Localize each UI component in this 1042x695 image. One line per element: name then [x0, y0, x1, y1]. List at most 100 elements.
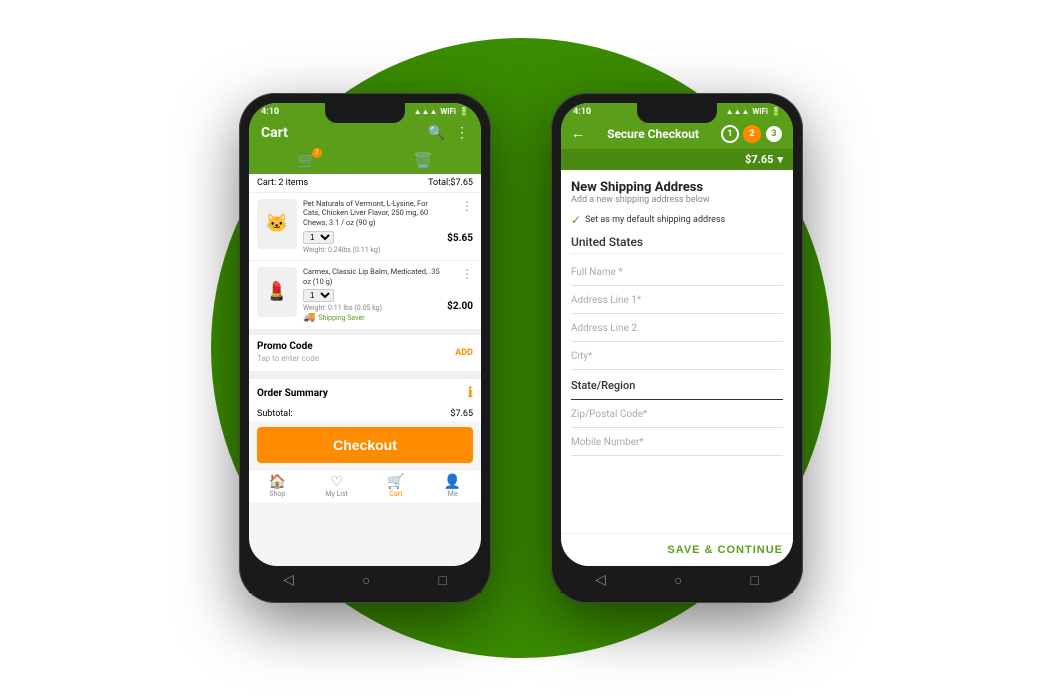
promo-title: Promo Code [257, 341, 319, 352]
item-more-1[interactable]: ⋮ [461, 199, 473, 213]
recents-btn-1[interactable]: □ [438, 572, 446, 589]
cart-item-2: 💄 Carmex, Classic Lip Balm, Medicated, .… [249, 261, 481, 331]
full-name-placeholder: Full Name * [571, 267, 623, 278]
cart-item-1: 🐱 Pet Naturals of Vermont, L-Lysine, For… [249, 193, 481, 261]
checkout-screen: 4:10 ▲▲▲ WiFi 🔋 ← Secure Checkout 1 2 3 [561, 103, 793, 566]
phones-container: 4:10 ▲▲▲ WiFi 🔋 Cart 🔍 ⋮ 🛒 [239, 93, 803, 603]
wifi-icon: WiFi [440, 107, 456, 116]
info-icon[interactable]: ℹ [468, 385, 473, 401]
address-line1-placeholder: Address Line 1* [571, 295, 641, 306]
order-summary-section: Order Summary ℹ [249, 375, 481, 407]
phone-notch-2 [637, 103, 717, 123]
home-bar-2: ◁ ○ □ [561, 566, 793, 593]
item-qty-select-2[interactable]: 12 [303, 289, 334, 302]
city-field[interactable]: City* [571, 344, 783, 370]
phone-notch-1 [325, 103, 405, 123]
chevron-down-icon[interactable]: ▾ [777, 153, 783, 166]
zip-field[interactable]: Zip/Postal Code* [571, 402, 783, 428]
cart-items: 🐱 Pet Naturals of Vermont, L-Lysine, For… [249, 193, 481, 331]
checkout-header: ← Secure Checkout 1 2 3 [561, 119, 793, 149]
nav-mylist[interactable]: ♡ My List [325, 474, 348, 498]
shipping-address-title: New Shipping Address [571, 180, 783, 195]
item-image-2: 💄 [257, 267, 297, 317]
nav-mylist-label: My List [325, 490, 348, 498]
cart-summary-bar: Cart: 2 items Total:$7.65 [249, 174, 481, 193]
address-line2-field[interactable]: Address Line 2 [571, 316, 783, 342]
item-weight-1: Weight: 0.24lbs (0.11 kg) [303, 246, 441, 254]
item-price-1: $5.65 [447, 233, 473, 244]
back-arrow-icon[interactable]: ← [571, 125, 585, 142]
item-emoji-1: 🐱 [266, 213, 288, 234]
step-2: 2 [743, 125, 761, 143]
save-continue-button[interactable]: SAVE & CONTINUE [667, 544, 783, 556]
zip-placeholder: Zip/Postal Code* [571, 409, 647, 420]
shipping-address-subtitle: Add a new shipping address below [571, 195, 783, 205]
back-btn-2[interactable]: ◁ [595, 572, 606, 589]
city-placeholder: City* [571, 351, 592, 362]
item-more-2[interactable]: ⋮ [461, 267, 473, 281]
home-btn-2[interactable]: ○ [674, 572, 682, 589]
home-bar-1: ◁ ○ □ [249, 566, 481, 593]
trash-tab[interactable]: 🗑️ [413, 151, 433, 174]
shop-icon: 🏠 [269, 474, 286, 490]
checkout-form-content: New Shipping Address Add a new shipping … [561, 170, 793, 533]
item-qty-select-1[interactable]: 12 [303, 231, 334, 244]
nav-shop[interactable]: 🏠 Shop [269, 474, 286, 498]
nav-cart-icon: 🛒 [387, 474, 404, 490]
battery-icon-2: 🔋 [771, 107, 781, 116]
nav-cart[interactable]: 🛒 Cart [387, 474, 404, 498]
cart-icon-wrap: 🛒 2 [297, 151, 317, 170]
item-name-1: Pet Naturals of Vermont, L-Lysine, For C… [303, 199, 441, 228]
shipping-saver-text: Shipping Saver [318, 314, 364, 322]
cart-tab-icon[interactable]: 🛒 2 [297, 151, 317, 174]
default-check-label[interactable]: Set as my default shipping address [585, 215, 725, 225]
cart-badge: 2 [312, 148, 322, 158]
mobile-placeholder: Mobile Number* [571, 437, 644, 448]
promo-input[interactable]: Tap to enter code [257, 352, 319, 365]
mobile-field[interactable]: Mobile Number* [571, 430, 783, 456]
nav-shop-label: Shop [269, 490, 285, 498]
checkout-button[interactable]: Checkout [257, 427, 473, 463]
status-icons-2: ▲▲▲ WiFi 🔋 [726, 107, 781, 116]
item-image-1: 🐱 [257, 199, 297, 249]
cart-header: Cart 🔍 ⋮ [249, 119, 481, 147]
recents-btn-2[interactable]: □ [750, 572, 758, 589]
promo-add-btn[interactable]: ADD [455, 348, 473, 358]
item-right-1: ⋮ $5.65 [447, 199, 473, 244]
more-icon[interactable]: ⋮ [455, 125, 469, 141]
battery-icon: 🔋 [459, 107, 469, 116]
address-line1-field[interactable]: Address Line 1* [571, 288, 783, 314]
full-name-field[interactable]: Full Name * [571, 260, 783, 286]
cart-total-summary: Total:$7.65 [428, 178, 473, 188]
promo-section: Promo Code Tap to enter code ADD [249, 334, 481, 371]
cart-header-icons: 🔍 ⋮ [428, 125, 469, 141]
cart-item-count: Cart: 2 items [257, 178, 308, 188]
country-row[interactable]: United States [571, 235, 783, 254]
home-btn-1[interactable]: ○ [362, 572, 370, 589]
nav-me[interactable]: 👤 Me [444, 474, 461, 498]
checkout-amount: $7.65 [745, 153, 773, 166]
back-btn-1[interactable]: ◁ [283, 572, 294, 589]
cart-phone: 4:10 ▲▲▲ WiFi 🔋 Cart 🔍 ⋮ 🛒 [239, 93, 491, 603]
item-weight-2: Weight: 0.11 lbs (0.05 kg) [303, 304, 441, 312]
country-label: United States [571, 235, 643, 249]
truck-icon: 🚚 [303, 312, 315, 323]
item-qty-2: 12 [303, 289, 441, 302]
checkout-title: Secure Checkout [607, 127, 699, 141]
status-icons-1: ▲▲▲ WiFi 🔋 [414, 107, 469, 116]
mylist-icon: ♡ [330, 474, 343, 490]
me-icon: 👤 [444, 474, 461, 490]
item-emoji-2: 💄 [266, 281, 288, 302]
trash-icon: 🗑️ [413, 151, 433, 170]
status-time-2: 4:10 [573, 107, 591, 117]
step-1: 1 [721, 125, 739, 143]
cart-screen: 4:10 ▲▲▲ WiFi 🔋 Cart 🔍 ⋮ 🛒 [249, 103, 481, 566]
search-icon[interactable]: 🔍 [428, 125, 445, 141]
item-qty-1: 12 [303, 231, 441, 244]
subtotal-label: Subtotal: [257, 409, 293, 419]
nav-me-label: Me [448, 490, 458, 498]
nav-cart-label: Cart [389, 490, 402, 498]
item-details-2: Carmex, Classic Lip Balm, Medicated, .35… [303, 267, 441, 324]
item-price-2: $2.00 [447, 301, 473, 312]
state-region-field[interactable]: State/Region [571, 372, 783, 400]
